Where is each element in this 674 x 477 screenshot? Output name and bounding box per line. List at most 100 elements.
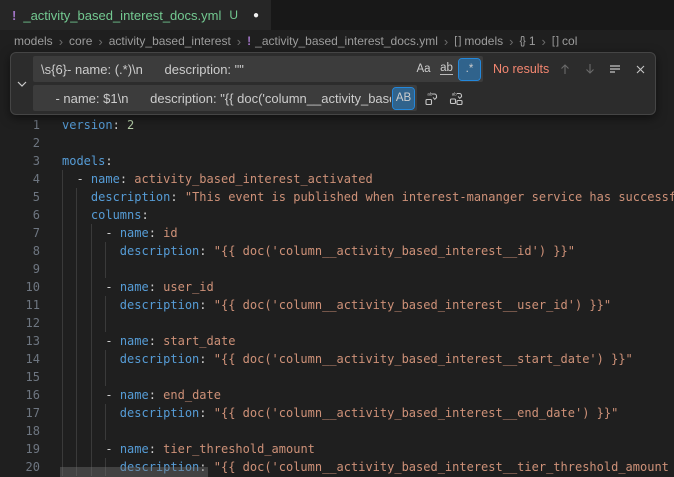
replace-row: - name: $1\n description: "{{ doc('colum… bbox=[33, 85, 651, 111]
find-query-text: \s{6}- name: (.*)\n description: "" bbox=[41, 62, 411, 77]
toggle-replace-chevron-icon[interactable] bbox=[11, 56, 33, 111]
code-line[interactable]: 9 bbox=[0, 260, 674, 278]
line-content bbox=[62, 368, 674, 386]
indent-guide bbox=[62, 170, 63, 188]
close-button[interactable] bbox=[629, 58, 651, 80]
indent-guide bbox=[76, 350, 77, 368]
previous-match-button[interactable] bbox=[554, 58, 576, 80]
line-number: 18 bbox=[0, 422, 40, 440]
line-number: 16 bbox=[0, 386, 40, 404]
line-number: 6 bbox=[0, 206, 40, 224]
code-line[interactable]: 17 description: "{{ doc('column__activit… bbox=[0, 404, 674, 422]
indent-guide bbox=[62, 296, 63, 314]
code-line[interactable]: 2 bbox=[0, 134, 674, 152]
preserve-case-button[interactable]: AB bbox=[393, 88, 414, 109]
replace-input[interactable]: - name: $1\n description: "{{ doc('colum… bbox=[33, 85, 417, 111]
code-line[interactable]: 8 description: "{{ doc('column__activity… bbox=[0, 242, 674, 260]
modified-dot-icon[interactable]: ● bbox=[253, 10, 259, 21]
line-content: - name: end_date bbox=[62, 386, 674, 404]
indent-guide bbox=[91, 242, 92, 260]
code-line[interactable]: 18 bbox=[0, 422, 674, 440]
line-number: 13 bbox=[0, 332, 40, 350]
indent-guide bbox=[76, 332, 77, 350]
replace-all-button[interactable]: ab bbox=[445, 87, 467, 109]
indent-guide bbox=[91, 350, 92, 368]
breadcrumb-label: models bbox=[14, 34, 53, 48]
line-content bbox=[62, 422, 674, 440]
indent-guide bbox=[76, 224, 77, 242]
breadcrumb-item[interactable]: activity_based_interest bbox=[109, 34, 231, 48]
indent-guide bbox=[91, 422, 92, 440]
indent-guide bbox=[62, 386, 63, 404]
line-number: 20 bbox=[0, 458, 40, 476]
indent-guide bbox=[62, 368, 63, 386]
code-line[interactable]: 14 description: "{{ doc('column__activit… bbox=[0, 350, 674, 368]
code-line[interactable]: 10 - name: user_id bbox=[0, 278, 674, 296]
breadcrumb-item[interactable]: [ ]models bbox=[454, 34, 503, 48]
code-line[interactable]: 4 - name: activity_based_interest_activa… bbox=[0, 170, 674, 188]
line-number: 19 bbox=[0, 440, 40, 458]
indent-guide bbox=[76, 314, 77, 332]
line-content: - name: id bbox=[62, 224, 674, 242]
line-content: - name: activity_based_interest_activate… bbox=[62, 170, 674, 188]
regex-button[interactable]: .* bbox=[459, 59, 480, 80]
find-input[interactable]: \s{6}- name: (.*)\n description: "" Aa a… bbox=[33, 56, 483, 82]
indent-guide bbox=[62, 206, 63, 224]
line-content: description: "{{ doc('column__activity_b… bbox=[62, 296, 674, 314]
line-number: 1 bbox=[0, 116, 40, 134]
breadcrumb-separator-icon: › bbox=[59, 34, 63, 49]
code-line[interactable]: 13 - name: start_date bbox=[0, 332, 674, 350]
tab-active[interactable]: ! _activity_based_interest_docs.yml U ● bbox=[0, 0, 271, 30]
code-line[interactable]: 16 - name: end_date bbox=[0, 386, 674, 404]
breadcrumb: models›core›activity_based_interest›!_ac… bbox=[0, 30, 674, 52]
match-case-button[interactable]: Aa bbox=[413, 59, 434, 80]
line-number: 4 bbox=[0, 170, 40, 188]
code-line[interactable]: 1 version: 2 bbox=[0, 116, 674, 134]
code-line[interactable]: 12 bbox=[0, 314, 674, 332]
line-content: version: 2 bbox=[62, 116, 674, 134]
indent-guide bbox=[91, 278, 92, 296]
line-number: 8 bbox=[0, 242, 40, 260]
line-content: description: "{{ doc('column__activity_b… bbox=[62, 242, 674, 260]
replace-button[interactable]: ab bbox=[420, 87, 442, 109]
indent-guide bbox=[91, 224, 92, 242]
breadcrumb-item[interactable]: core bbox=[69, 34, 92, 48]
code-line[interactable]: 11 description: "{{ doc('column__activit… bbox=[0, 296, 674, 314]
find-in-selection-button[interactable] bbox=[604, 58, 626, 80]
editor[interactable]: 1 version: 223models:4 - name: activity_b… bbox=[0, 52, 674, 477]
code-line[interactable]: 5 description: "This event is published … bbox=[0, 188, 674, 206]
code-area[interactable]: 1 version: 223models:4 - name: activity_b… bbox=[0, 116, 674, 476]
line-content bbox=[62, 260, 674, 278]
line-content bbox=[62, 134, 674, 152]
breadcrumb-label: _activity_based_interest_docs.yml bbox=[255, 34, 438, 48]
breadcrumb-label: core bbox=[69, 34, 92, 48]
next-match-button[interactable] bbox=[579, 58, 601, 80]
svg-text:ab: ab bbox=[427, 91, 433, 96]
indent-guide bbox=[91, 260, 92, 278]
code-line[interactable]: 6 columns: bbox=[0, 206, 674, 224]
indent-guide bbox=[91, 332, 92, 350]
find-widget: \s{6}- name: (.*)\n description: "" Aa a… bbox=[10, 52, 656, 115]
breadcrumb-item[interactable]: models bbox=[14, 34, 53, 48]
indent-guide bbox=[105, 260, 106, 278]
code-line[interactable]: 19 - name: tier_threshold_amount bbox=[0, 440, 674, 458]
code-line[interactable]: 3models: bbox=[0, 152, 674, 170]
code-line[interactable]: 7 - name: id bbox=[0, 224, 674, 242]
line-number: 11 bbox=[0, 296, 40, 314]
indent-guide bbox=[105, 242, 106, 260]
line-content: models: bbox=[62, 152, 674, 170]
code-line[interactable]: 15 bbox=[0, 368, 674, 386]
breadcrumb-item[interactable]: !_activity_based_interest_docs.yml bbox=[247, 34, 438, 48]
breadcrumb-item[interactable]: {}1 bbox=[519, 34, 535, 48]
indent-guide bbox=[76, 386, 77, 404]
indent-guide bbox=[62, 224, 63, 242]
indent-guide bbox=[91, 386, 92, 404]
line-content: - name: start_date bbox=[62, 332, 674, 350]
indent-guide bbox=[91, 440, 92, 458]
breadcrumb-item[interactable]: [ ]col bbox=[552, 34, 578, 48]
object-icon: {} bbox=[519, 35, 524, 47]
yaml-icon: ! bbox=[12, 8, 16, 23]
indent-guide bbox=[76, 422, 77, 440]
horizontal-scrollbar-thumb[interactable] bbox=[60, 467, 208, 477]
whole-word-button[interactable]: ab bbox=[436, 59, 457, 80]
